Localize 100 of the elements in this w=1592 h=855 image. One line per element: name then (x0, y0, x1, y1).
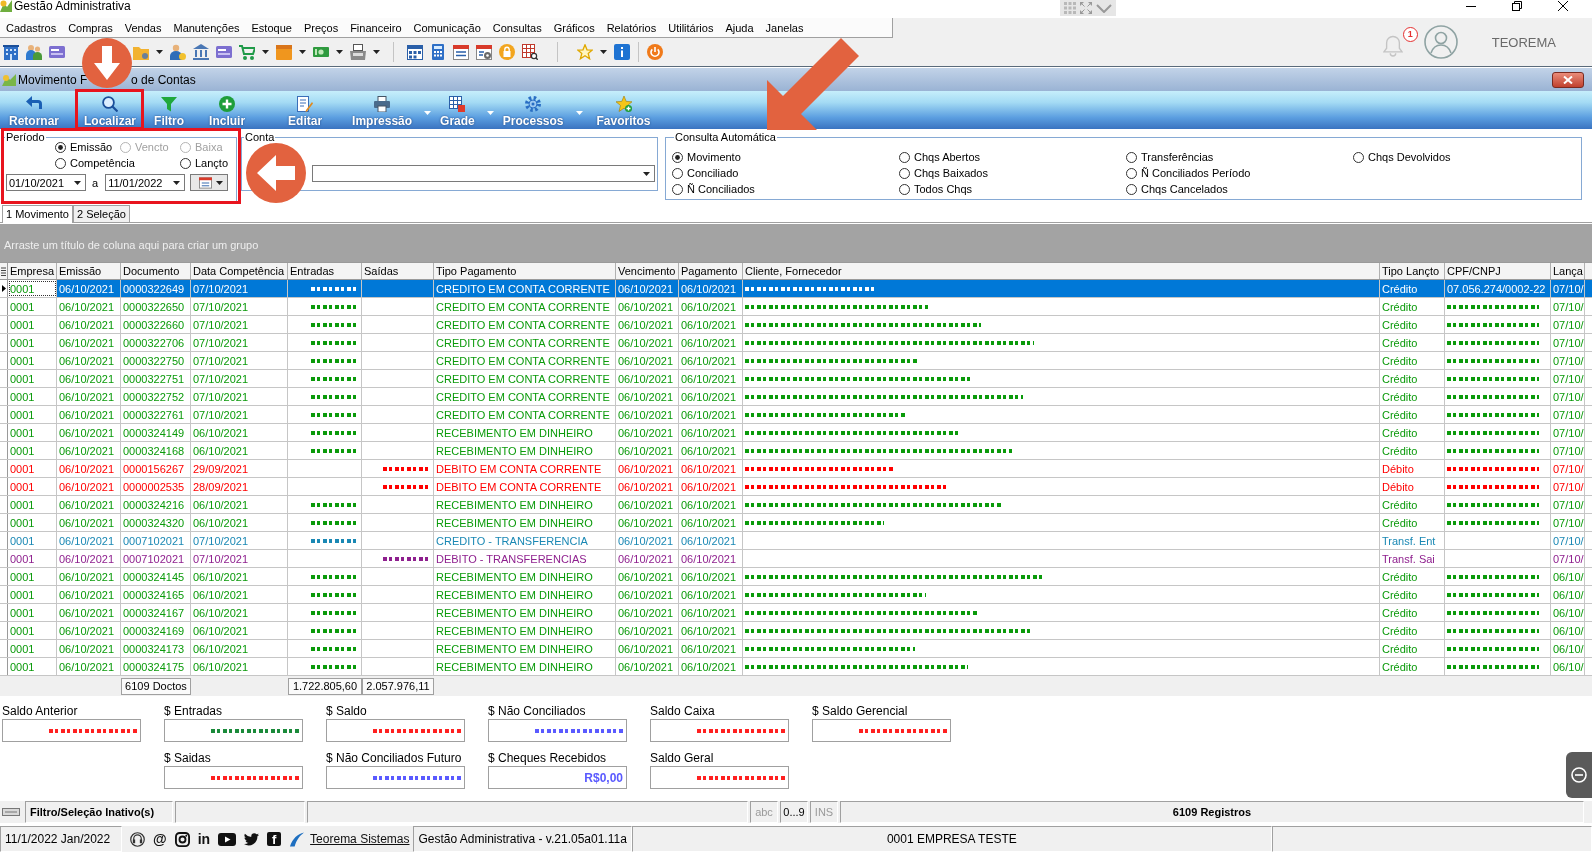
menu-item[interactable]: Financeiro (344, 19, 408, 36)
column-header[interactable]: Tipo Pagamento (434, 263, 616, 279)
radio-option[interactable]: Lançto (180, 155, 229, 171)
table-row[interactable]: 0001 06/10/2021 0000324169 06/10/2021 RECEBIMENTO EM DINHEIRO 06/10/2021 06/10/2021 Crédito 06/10/ (0, 622, 1592, 640)
column-header[interactable]: Cliente, Fornecedor (743, 263, 1380, 279)
caret-icon[interactable] (600, 50, 607, 54)
social-link[interactable]: f (267, 832, 282, 846)
menu-item[interactable]: Utilitários (662, 19, 720, 36)
radio-option[interactable]: Ñ Conciliados (672, 181, 899, 197)
table-row[interactable]: 0001 06/10/2021 0000324145 06/10/2021 RECEBIMENTO EM DINHEIRO 06/10/2021 06/10/2021 Crédito 06/10/ (0, 568, 1592, 586)
restore-icon[interactable] (1512, 1, 1522, 11)
building-icon[interactable] (3, 44, 19, 60)
radio-option[interactable]: Todos Chqs (899, 181, 1126, 197)
date-field[interactable]: 11/01/2022 (105, 174, 186, 191)
menu-item[interactable]: Estoque (245, 19, 298, 36)
caret-icon[interactable] (299, 50, 306, 54)
list-icon[interactable] (1, 266, 6, 276)
column-header[interactable]: Emissão (57, 263, 121, 279)
camera-icon[interactable] (174, 831, 190, 847)
calendar-button[interactable] (190, 174, 229, 191)
social-link[interactable]: @ (153, 831, 167, 847)
star-icon[interactable] (577, 44, 593, 60)
column-header[interactable]: Documento (121, 263, 191, 279)
table-row[interactable]: 0001 06/10/2021 0000324173 06/10/2021 RECEBIMENTO EM DINHEIRO 06/10/2021 06/10/2021 Crédito 06/10/ (0, 640, 1592, 658)
table-row[interactable]: 0001 06/10/2021 0000324165 06/10/2021 RECEBIMENTO EM DINHEIRO 06/10/2021 06/10/2021 Crédito 06/10/ (0, 586, 1592, 604)
table-row[interactable]: 0001 06/10/2021 0000324167 06/10/2021 RECEBIMENTO EM DINHEIRO 06/10/2021 06/10/2021 Crédito 06/10/ (0, 604, 1592, 622)
menu-item[interactable]: Gráficos (547, 19, 601, 36)
radio-option[interactable]: Chqs Abertos (899, 149, 1126, 165)
menu-item[interactable]: Comunicação (407, 19, 487, 36)
menu-item[interactable]: Consultas (486, 19, 548, 36)
radio-option[interactable]: Competência (55, 155, 135, 171)
table-row[interactable]: 0001 06/10/2021 0007102021 07/10/2021 CREDITO - TRANSFERENCIA 06/10/2021 06/10/2021 Transf. Ent 07/10/ (0, 532, 1592, 550)
menu-item[interactable]: Relatórios (600, 19, 663, 36)
table-row[interactable]: 0001 06/10/2021 0000324216 06/10/2021 RECEBIMENTO EM DINHEIRO 06/10/2021 06/10/2021 Crédito 07/10/ (0, 496, 1592, 514)
tab[interactable]: 1 Movimento (2, 205, 73, 223)
caret-icon[interactable] (336, 50, 343, 54)
caret-icon[interactable] (74, 180, 81, 185)
social-link[interactable]: in (197, 831, 211, 847)
play-icon[interactable] (218, 832, 237, 846)
caret-icon[interactable] (373, 50, 380, 54)
radio-option[interactable]: Chqs Devolvidos (1353, 149, 1580, 165)
banknote-icon[interactable] (313, 44, 329, 60)
bank-icon[interactable] (193, 44, 209, 60)
close-icon[interactable] (1558, 1, 1568, 11)
caret-icon[interactable] (156, 50, 163, 54)
table-row[interactable]: 0001 06/10/2021 0000324175 06/10/2021 RECEBIMENTO EM DINHEIRO 06/10/2021 06/10/2021 Crédito 06/10/ (0, 658, 1592, 676)
column-header[interactable]: Lança (1551, 263, 1585, 279)
column-header[interactable]: Tipo Lançto (1380, 263, 1445, 279)
table-row[interactable]: 0001 06/10/2021 0000156267 29/09/2021 DEBITO EM CONTA CORRENTE 06/10/2021 06/10/2021 Débito 07/10/ (0, 460, 1592, 478)
headset-icon[interactable] (130, 831, 145, 847)
minimize-icon[interactable] (1466, 5, 1476, 7)
folder-icon[interactable] (133, 44, 149, 60)
column-header[interactable]: CPF/CNPJ (1445, 263, 1551, 279)
table-row[interactable]: 0001 06/10/2021 0000322752 07/10/2021 CREDITO EM CONTA CORRENTE 06/10/2021 06/10/2021 Crédito 07/10/ (0, 388, 1592, 406)
column-header[interactable]: Pagamento (679, 263, 743, 279)
swoosh-logo-icon[interactable] (289, 831, 305, 847)
info-icon[interactable] (614, 44, 630, 60)
website-link[interactable]: Teorema Sistemas (310, 832, 410, 846)
table-row[interactable]: 0001 06/10/2021 0000322751 07/10/2021 CREDITO EM CONTA CORRENTE 06/10/2021 06/10/2021 Crédito 07/10/ (0, 370, 1592, 388)
column-header[interactable]: Entradas (288, 263, 362, 279)
person-coin-icon[interactable] (170, 44, 186, 60)
column-header[interactable]: Saídas (362, 263, 434, 279)
table-row[interactable]: 0001 06/10/2021 0000322750 07/10/2021 CREDITO EM CONTA CORRENTE 06/10/2021 06/10/2021 Crédito 07/10/ (0, 352, 1592, 370)
column-header[interactable]: Vencimento (616, 263, 679, 279)
radio-option[interactable]: Emissão (55, 139, 113, 155)
calendar-icon[interactable] (407, 44, 423, 60)
card-icon[interactable] (49, 44, 65, 60)
column-header[interactable]: Data Competência (191, 263, 288, 279)
people-icon[interactable] (26, 44, 42, 60)
grid-search-icon[interactable] (522, 44, 538, 60)
tab[interactable]: 2 Seleção (73, 205, 130, 222)
table-row[interactable]: 0001 06/10/2021 0000322649 07/10/2021 CREDITO EM CONTA CORRENTE 06/10/2021 06/10/2021 Crédito 07.056.274/0002-22 07/10/ (0, 280, 1592, 298)
card-icon[interactable] (216, 44, 232, 60)
menu-item[interactable]: Cadastros (0, 19, 63, 36)
table-row[interactable]: 0001 06/10/2021 0007102021 07/10/2021 DEBITO - TRANSFERENCIAS 06/10/2021 06/10/2021 Transf. Sai 07/10/ (0, 550, 1592, 568)
table-row[interactable]: 0001 06/10/2021 0000324149 06/10/2021 RECEBIMENTO EM DINHEIRO 06/10/2021 06/10/2021 Crédito 07/10/ (0, 424, 1592, 442)
date-field[interactable]: 01/10/2021 (6, 174, 86, 191)
caret-icon[interactable] (262, 50, 269, 54)
table-row[interactable]: 0001 06/10/2021 0000324168 06/10/2021 RECEBIMENTO EM DINHEIRO 06/10/2021 06/10/2021 Crédito 07/10/ (0, 442, 1592, 460)
caret-icon[interactable] (173, 180, 181, 185)
table-row[interactable]: 0001 06/10/2021 0000322706 07/10/2021 CREDITO EM CONTA CORRENTE 06/10/2021 06/10/2021 Crédito 07/10/ (0, 334, 1592, 352)
radio-option[interactable]: Conciliado (672, 165, 899, 181)
calendar-gear-icon[interactable] (476, 44, 492, 60)
register-icon[interactable] (350, 44, 366, 60)
radio-option[interactable]: Chqs Baixados (899, 165, 1126, 181)
table-row[interactable]: 0001 06/10/2021 0000002535 28/09/2021 DEBITO EM CONTA CORRENTE 06/10/2021 06/10/2021 Débito 07/10/ (0, 478, 1592, 496)
calculator-icon[interactable] (430, 44, 446, 60)
menu-item[interactable]: Manutenções (167, 19, 246, 36)
bird-icon[interactable] (244, 831, 260, 847)
radio-option[interactable]: Movimento (672, 149, 899, 165)
table-row[interactable]: 0001 06/10/2021 0000322660 07/10/2021 CREDITO EM CONTA CORRENTE 06/10/2021 06/10/2021 Crédito 07/10/ (0, 316, 1592, 334)
box-icon[interactable] (276, 44, 292, 60)
table-row[interactable]: 0001 06/10/2021 0000322650 07/10/2021 CREDITO EM CONTA CORRENTE 06/10/2021 06/10/2021 Crédito 07/10/ (0, 298, 1592, 316)
keyboard-icon[interactable] (2, 808, 20, 816)
table-row[interactable]: 0001 06/10/2021 0000324320 06/10/2021 RECEBIMENTO EM DINHEIRO 06/10/2021 06/10/2021 Crédito 07/10/ (0, 514, 1592, 532)
column-header[interactable]: Empresa (8, 263, 57, 279)
calendar-icon[interactable] (453, 44, 469, 60)
radio-option[interactable]: Ñ Conciliados Período (1126, 165, 1353, 181)
caret-icon[interactable] (643, 171, 650, 176)
power-icon[interactable] (647, 44, 663, 60)
